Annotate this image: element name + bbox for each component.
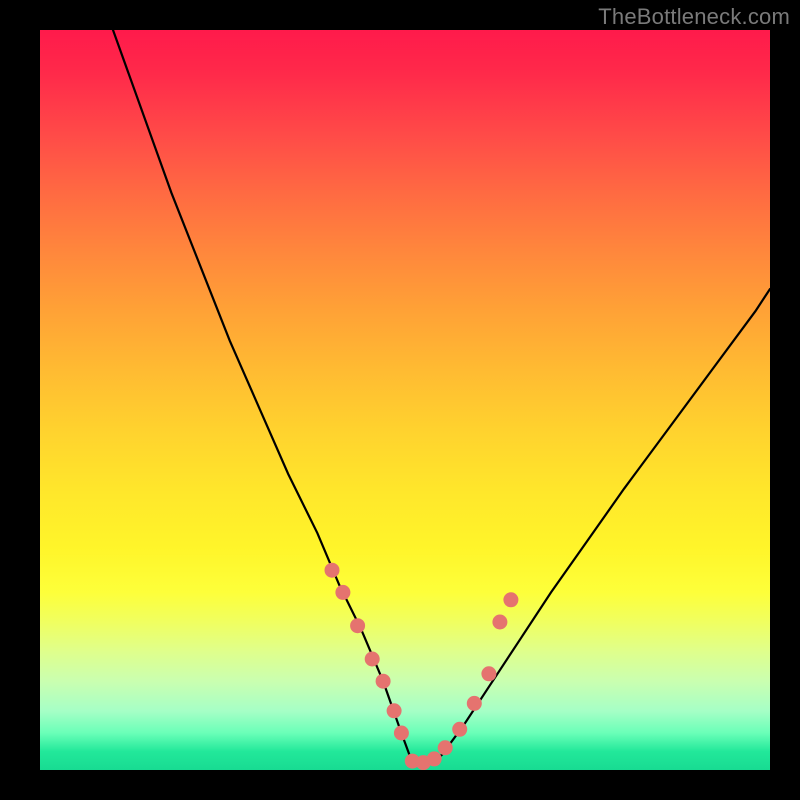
curve-dot <box>365 652 380 667</box>
chart-frame: TheBottleneck.com <box>0 0 800 800</box>
curve-dot <box>325 563 340 578</box>
curve-dot <box>394 726 409 741</box>
curve-dot <box>438 740 453 755</box>
plot-area <box>40 30 770 770</box>
bottleneck-curve <box>113 30 770 763</box>
watermark-text: TheBottleneck.com <box>598 4 790 30</box>
curve-dot <box>350 618 365 633</box>
curve-dot <box>427 751 442 766</box>
curve-dot <box>335 585 350 600</box>
curve-dot <box>481 666 496 681</box>
highlight-dots <box>325 563 519 770</box>
curve-dot <box>452 722 467 737</box>
curve-svg <box>40 30 770 770</box>
curve-dot <box>467 696 482 711</box>
curve-dot <box>387 703 402 718</box>
curve-dot <box>376 674 391 689</box>
curve-dot <box>503 592 518 607</box>
curve-dot <box>492 615 507 630</box>
